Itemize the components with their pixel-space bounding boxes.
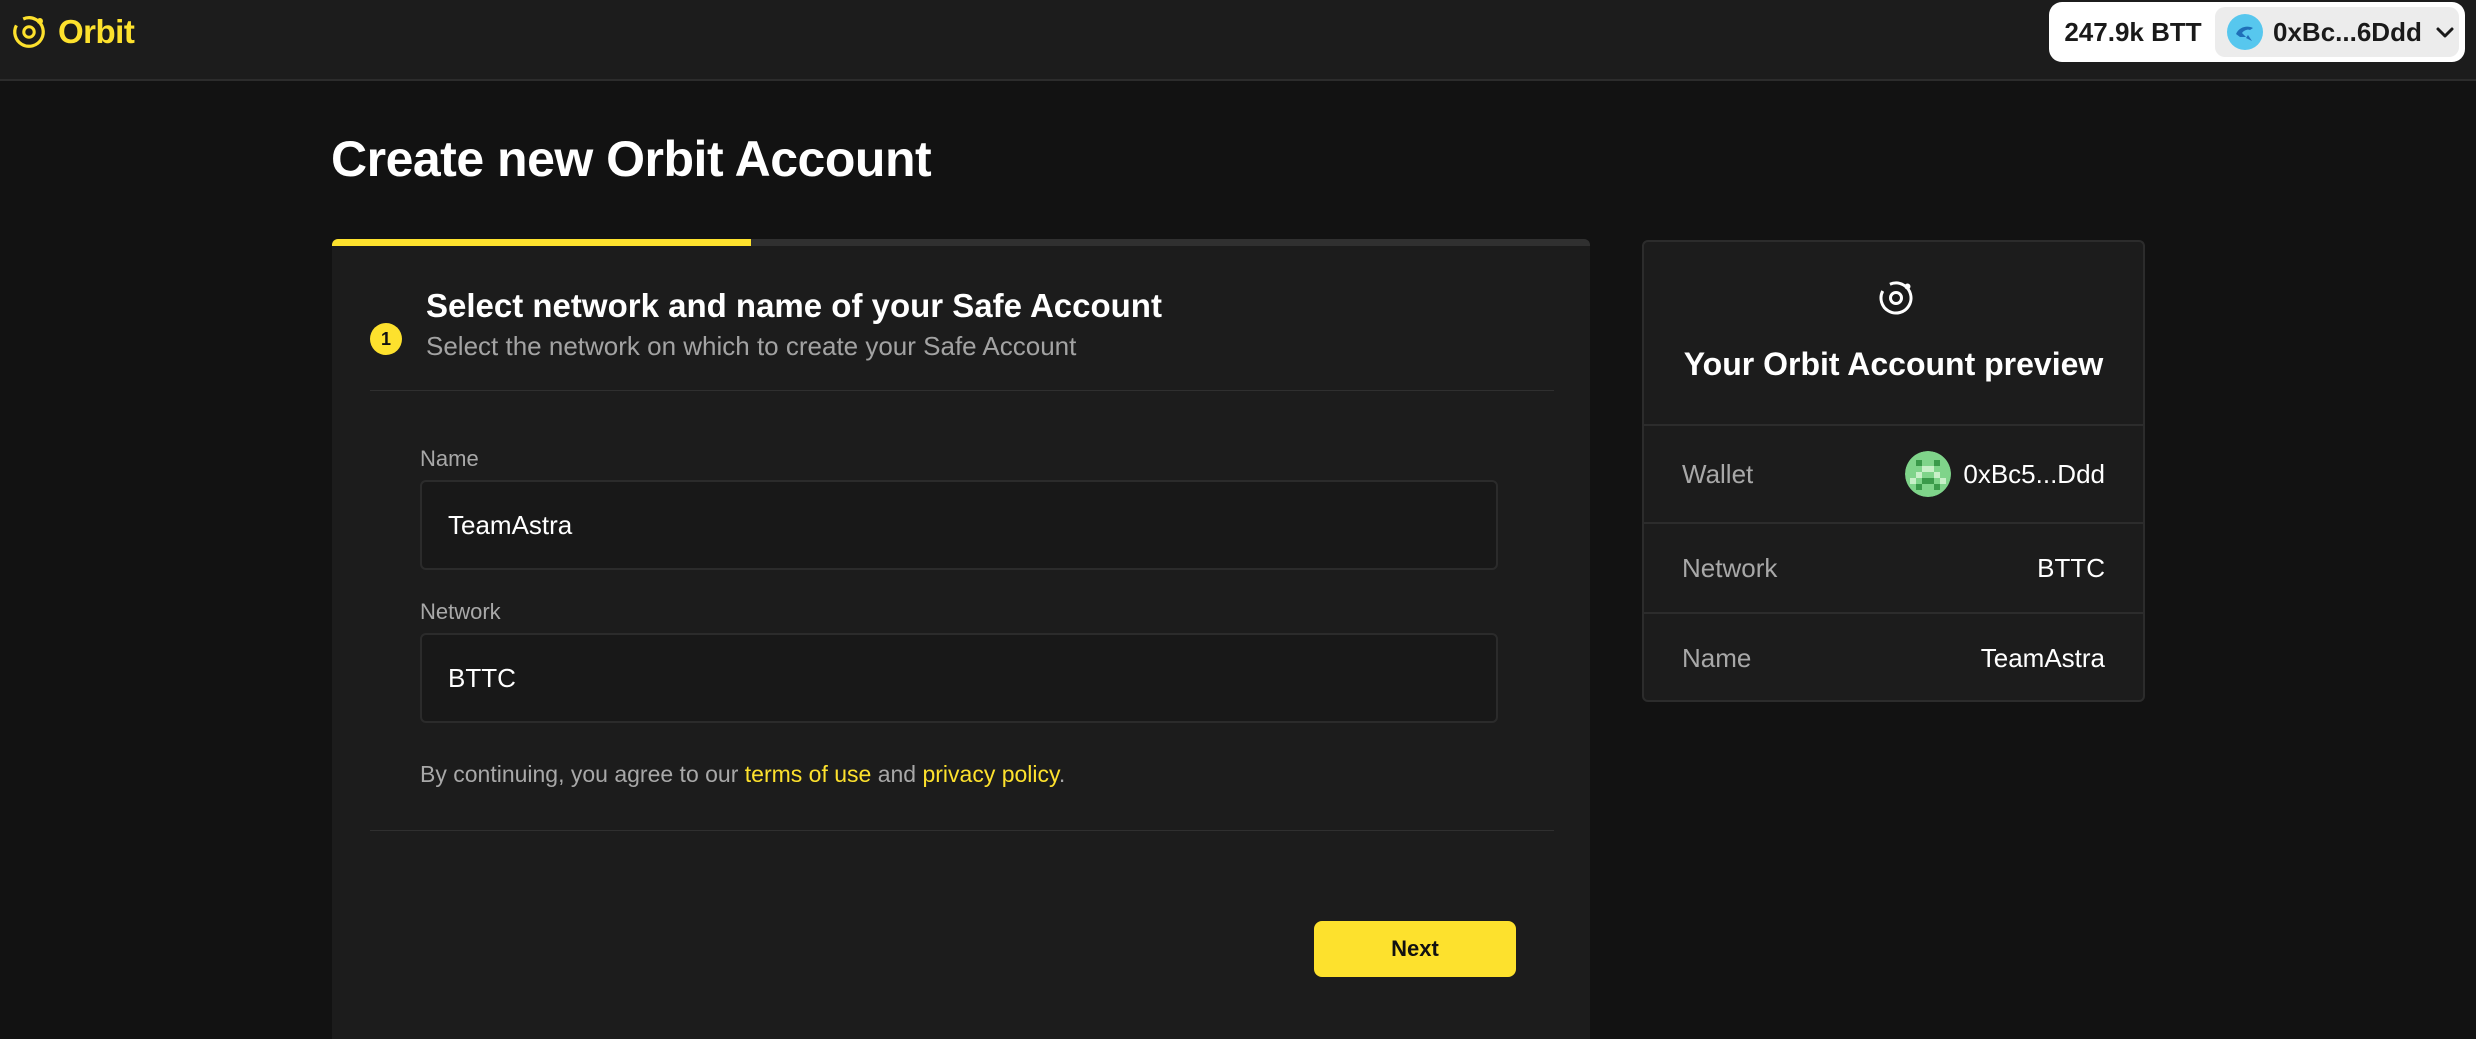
brand-name: Orbit — [58, 13, 135, 50]
next-button[interactable]: Next — [1314, 921, 1516, 977]
wallet-address: 0xBc5...Ddd — [1963, 458, 2105, 489]
orbit-logo-icon — [1879, 281, 1913, 315]
network-label: Network — [1682, 552, 1778, 583]
step-number-badge: 1 — [370, 323, 402, 355]
account-address: 0xBc...6Ddd — [2273, 16, 2422, 47]
terms-middle: and — [871, 761, 923, 787]
network-value: BTTC — [2037, 552, 2105, 583]
terms-prefix: By continuing, you agree to our — [420, 761, 745, 787]
brand[interactable]: Orbit — [10, 12, 135, 52]
divider — [370, 390, 1554, 391]
wallet-label: Wallet — [1682, 458, 1754, 489]
preview-row-name: Name TeamAstra — [1644, 612, 2143, 702]
wallet-pill: 247.9k BTT 0xBc...6Ddd — [2049, 2, 2465, 62]
account-preview-card: Your Orbit Account preview Wallet 0xBc5.… — [1642, 240, 2145, 702]
name-field-label: Name — [420, 446, 479, 471]
pixel-identicon-icon — [1905, 451, 1952, 497]
progress-bar-fill — [332, 239, 751, 246]
create-account-card: 1 Select network and name of your Safe A… — [332, 239, 1590, 1039]
terms-suffix: . — [1058, 761, 1066, 787]
orbit-logo-icon — [13, 16, 45, 48]
step-subtitle: Select the network on which to create yo… — [426, 331, 1077, 361]
preview-row-network: Network BTTC — [1644, 522, 2143, 612]
dolphin-avatar-icon — [2227, 14, 2263, 50]
network-input[interactable]: BTTC — [420, 633, 1498, 723]
preview-row-wallet: Wallet 0xBc5...Ddd — [1644, 424, 2143, 522]
name-input[interactable]: TeamAstra — [420, 480, 1498, 570]
progress-bar — [332, 239, 1590, 246]
page-title: Create new Orbit Account — [331, 131, 932, 187]
chevron-down-icon — [2436, 27, 2454, 38]
divider — [370, 830, 1554, 831]
preview-title: Your Orbit Account preview — [1683, 346, 2104, 382]
account-dropdown-button[interactable]: 0xBc...6Ddd — [2215, 7, 2459, 57]
name-value: TeamAstra — [1980, 642, 2105, 673]
terms-notice: By continuing, you agree to our terms of… — [420, 761, 1065, 788]
network-field-label: Network — [420, 599, 501, 624]
name-label: Name — [1682, 642, 1752, 673]
wallet-value: 0xBc5...Ddd — [1905, 451, 2105, 497]
terms-of-use-link[interactable]: terms of use — [745, 761, 872, 787]
step-title: Select network and name of your Safe Acc… — [426, 287, 1162, 324]
balance-display: 247.9k BTT — [2064, 16, 2202, 47]
privacy-policy-link[interactable]: privacy policy — [922, 761, 1058, 787]
top-navigation-bar: Orbit 247.9k BTT 0xBc...6Ddd — [0, 0, 2476, 81]
